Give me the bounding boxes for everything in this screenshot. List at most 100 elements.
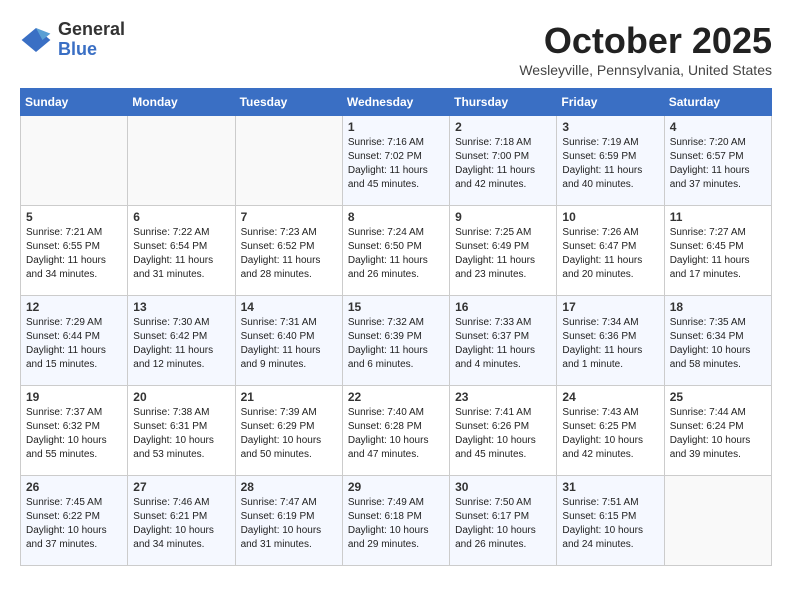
day-number: 8 — [348, 210, 444, 224]
location: Wesleyville, Pennsylvania, United States — [519, 62, 772, 78]
calendar-day-2: 2Sunrise: 7:18 AM Sunset: 7:00 PM Daylig… — [450, 116, 557, 206]
calendar-day-29: 29 Sunrise: 7:49 AM Sunset: 6:18 PM Dayli… — [342, 476, 449, 566]
day-number: 2 — [455, 120, 551, 134]
day-info: Sunrise: 7:25 AM Sunset: 6:49 PM Dayligh… — [455, 226, 551, 282]
logo-icon — [20, 24, 52, 56]
day-number: 26 — [26, 480, 122, 494]
day-info: Sunrise: 7:33 AM Sunset: 6:37 PM Dayligh… — [455, 316, 551, 372]
day-info: Sunrise: 7:39 AM Sunset: 6:29 PM Dayligh… — [241, 406, 337, 462]
day-info: Sunrise: 7:16 AM Sunset: 7:02 PM Dayligh… — [348, 136, 444, 192]
calendar-day-30: 30 Sunrise: 7:50 AM Sunset: 6:17 PM Dayli… — [450, 476, 557, 566]
day-info: Sunrise: 7:43 AM Sunset: 6:25 PM Dayligh… — [562, 406, 658, 462]
day-number: 18 — [670, 300, 766, 314]
day-info: Sunrise: 7:50 AM Sunset: 6:17 PM Dayligh… — [455, 496, 551, 552]
calendar-day-13: 13Sunrise: 7:30 AM Sunset: 6:42 PM Dayli… — [128, 296, 235, 386]
day-info: Sunrise: 7:40 AM Sunset: 6:28 PM Dayligh… — [348, 406, 444, 462]
calendar-day-27: 27Sunrise: 7:46 AM Sunset: 6:21 PM Dayli… — [128, 476, 235, 566]
day-number: 28 — [241, 480, 337, 494]
day-info: Sunrise: 7:32 AM Sunset: 6:39 PM Dayligh… — [348, 316, 444, 372]
calendar-day-16: 16 Sunrise: 7:33 AM Sunset: 6:37 PM Dayli… — [450, 296, 557, 386]
calendar-day-9: 9Sunrise: 7:25 AM Sunset: 6:49 PM Daylig… — [450, 206, 557, 296]
calendar-day-28: 28Sunrise: 7:47 AM Sunset: 6:19 PM Dayli… — [235, 476, 342, 566]
calendar-day-3: 3Sunrise: 7:19 AM Sunset: 6:59 PM Daylig… — [557, 116, 664, 206]
day-number: 13 — [133, 300, 229, 314]
day-number: 11 — [670, 210, 766, 224]
day-number: 4 — [670, 120, 766, 134]
day-info: Sunrise: 7:41 AM Sunset: 6:26 PM Dayligh… — [455, 406, 551, 462]
day-info: Sunrise: 7:46 AM Sunset: 6:21 PM Dayligh… — [133, 496, 229, 552]
day-number: 10 — [562, 210, 658, 224]
calendar-day-15: 15 Sunrise: 7:32 AM Sunset: 6:39 PM Dayli… — [342, 296, 449, 386]
calendar-day-10: 10Sunrise: 7:26 AM Sunset: 6:47 PM Dayli… — [557, 206, 664, 296]
calendar-day-14: 14 Sunrise: 7:31 AM Sunset: 6:40 PM Dayli… — [235, 296, 342, 386]
day-info: Sunrise: 7:51 AM Sunset: 6:15 PM Dayligh… — [562, 496, 658, 552]
calendar-week-row: 12 Sunrise: 7:29 AM Sunset: 6:44 PM Dayli… — [21, 296, 772, 386]
day-number: 7 — [241, 210, 337, 224]
calendar-header-row: SundayMondayTuesdayWednesdayThursdayFrid… — [21, 89, 772, 116]
day-info: Sunrise: 7:35 AM Sunset: 6:34 PM Dayligh… — [670, 316, 766, 372]
calendar-day-22: 22 Sunrise: 7:40 AM Sunset: 6:28 PM Dayli… — [342, 386, 449, 476]
calendar-day-23: 23 Sunrise: 7:41 AM Sunset: 6:26 PM Dayli… — [450, 386, 557, 476]
day-number: 30 — [455, 480, 551, 494]
calendar-empty-cell — [128, 116, 235, 206]
calendar-week-row: 26 Sunrise: 7:45 AM Sunset: 6:22 PM Dayli… — [21, 476, 772, 566]
logo: General Blue — [20, 20, 125, 60]
month-title: October 2025 — [519, 20, 772, 62]
day-number: 12 — [26, 300, 122, 314]
day-number: 23 — [455, 390, 551, 404]
day-number: 31 — [562, 480, 658, 494]
calendar-day-12: 12 Sunrise: 7:29 AM Sunset: 6:44 PM Dayli… — [21, 296, 128, 386]
day-info: Sunrise: 7:31 AM Sunset: 6:40 PM Dayligh… — [241, 316, 337, 372]
calendar-day-17: 17Sunrise: 7:34 AM Sunset: 6:36 PM Dayli… — [557, 296, 664, 386]
header-tuesday: Tuesday — [235, 89, 342, 116]
calendar-day-25: 25 Sunrise: 7:44 AM Sunset: 6:24 PM Dayli… — [664, 386, 771, 476]
day-info: Sunrise: 7:38 AM Sunset: 6:31 PM Dayligh… — [133, 406, 229, 462]
day-number: 29 — [348, 480, 444, 494]
day-number: 14 — [241, 300, 337, 314]
day-number: 19 — [26, 390, 122, 404]
day-info: Sunrise: 7:37 AM Sunset: 6:32 PM Dayligh… — [26, 406, 122, 462]
day-number: 6 — [133, 210, 229, 224]
day-number: 24 — [562, 390, 658, 404]
calendar-day-6: 6Sunrise: 7:22 AM Sunset: 6:54 PM Daylig… — [128, 206, 235, 296]
day-info: Sunrise: 7:19 AM Sunset: 6:59 PM Dayligh… — [562, 136, 658, 192]
calendar-day-20: 20 Sunrise: 7:38 AM Sunset: 6:31 PM Dayli… — [128, 386, 235, 476]
day-number: 17 — [562, 300, 658, 314]
title-block: October 2025 Wesleyville, Pennsylvania, … — [519, 20, 772, 78]
calendar-day-5: 5 Sunrise: 7:21 AM Sunset: 6:55 PM Daylig… — [21, 206, 128, 296]
calendar-day-7: 7 Sunrise: 7:23 AM Sunset: 6:52 PM Daylig… — [235, 206, 342, 296]
calendar-empty-cell — [664, 476, 771, 566]
day-info: Sunrise: 7:21 AM Sunset: 6:55 PM Dayligh… — [26, 226, 122, 282]
day-info: Sunrise: 7:49 AM Sunset: 6:18 PM Dayligh… — [348, 496, 444, 552]
calendar-table: SundayMondayTuesdayWednesdayThursdayFrid… — [20, 88, 772, 566]
day-number: 15 — [348, 300, 444, 314]
day-number: 5 — [26, 210, 122, 224]
day-number: 20 — [133, 390, 229, 404]
day-number: 1 — [348, 120, 444, 134]
calendar-day-8: 8Sunrise: 7:24 AM Sunset: 6:50 PM Daylig… — [342, 206, 449, 296]
calendar-week-row: 19 Sunrise: 7:37 AM Sunset: 6:32 PM Dayli… — [21, 386, 772, 476]
day-info: Sunrise: 7:27 AM Sunset: 6:45 PM Dayligh… — [670, 226, 766, 282]
header-wednesday: Wednesday — [342, 89, 449, 116]
day-number: 25 — [670, 390, 766, 404]
calendar-week-row: 5 Sunrise: 7:21 AM Sunset: 6:55 PM Daylig… — [21, 206, 772, 296]
calendar-day-4: 4 Sunrise: 7:20 AM Sunset: 6:57 PM Daylig… — [664, 116, 771, 206]
day-number: 16 — [455, 300, 551, 314]
calendar-day-11: 11 Sunrise: 7:27 AM Sunset: 6:45 PM Dayli… — [664, 206, 771, 296]
calendar-day-26: 26 Sunrise: 7:45 AM Sunset: 6:22 PM Dayli… — [21, 476, 128, 566]
day-info: Sunrise: 7:23 AM Sunset: 6:52 PM Dayligh… — [241, 226, 337, 282]
logo-general: General — [58, 19, 125, 39]
calendar-empty-cell — [235, 116, 342, 206]
day-info: Sunrise: 7:44 AM Sunset: 6:24 PM Dayligh… — [670, 406, 766, 462]
day-info: Sunrise: 7:29 AM Sunset: 6:44 PM Dayligh… — [26, 316, 122, 372]
header-friday: Friday — [557, 89, 664, 116]
header-saturday: Saturday — [664, 89, 771, 116]
day-info: Sunrise: 7:45 AM Sunset: 6:22 PM Dayligh… — [26, 496, 122, 552]
header-sunday: Sunday — [21, 89, 128, 116]
day-info: Sunrise: 7:20 AM Sunset: 6:57 PM Dayligh… — [670, 136, 766, 192]
day-number: 22 — [348, 390, 444, 404]
calendar-day-24: 24 Sunrise: 7:43 AM Sunset: 6:25 PM Dayli… — [557, 386, 664, 476]
calendar-day-19: 19 Sunrise: 7:37 AM Sunset: 6:32 PM Dayli… — [21, 386, 128, 476]
calendar-day-31: 31 Sunrise: 7:51 AM Sunset: 6:15 PM Dayli… — [557, 476, 664, 566]
header-thursday: Thursday — [450, 89, 557, 116]
